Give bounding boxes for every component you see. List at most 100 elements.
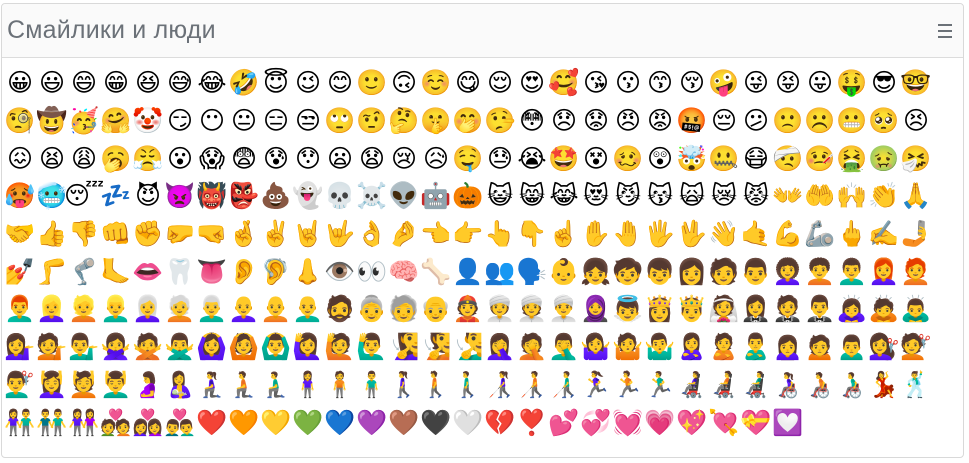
emoji-item[interactable]: 🤤 (452, 139, 484, 177)
emoji-item[interactable]: 👂 (228, 252, 260, 290)
emoji-item[interactable]: 😫 (36, 139, 68, 177)
emoji-item[interactable]: 😳 (516, 102, 548, 140)
emoji-item[interactable]: 😢 (388, 139, 420, 177)
emoji-item[interactable]: 🧏‍♀️ (388, 328, 420, 366)
emoji-item[interactable]: 😑 (260, 102, 292, 140)
emoji-item[interactable]: 🤣 (228, 64, 260, 102)
emoji-item[interactable]: 😄 (68, 64, 100, 102)
emoji-item[interactable]: 🙍‍♂️ (836, 328, 868, 366)
emoji-item[interactable]: 🖖 (676, 215, 708, 253)
emoji-item[interactable]: 👸 (644, 290, 676, 328)
emoji-item[interactable]: 🤦‍♂️ (548, 328, 580, 366)
emoji-item[interactable]: 🤚 (612, 215, 644, 253)
emoji-item[interactable]: 🤡 (132, 102, 164, 140)
emoji-item[interactable]: 🙄 (324, 102, 356, 140)
emoji-item[interactable]: 🤲 (804, 177, 836, 215)
emoji-item[interactable]: 👋 (708, 215, 740, 253)
emoji-item[interactable]: 😜 (740, 64, 772, 102)
emoji-item[interactable]: 😥 (420, 139, 452, 177)
emoji-item[interactable]: 💞 (580, 403, 612, 441)
emoji-item[interactable]: 😔 (708, 102, 740, 140)
emoji-item[interactable]: 👦 (644, 252, 676, 290)
emoji-item[interactable]: 😰 (260, 139, 292, 177)
emoji-item[interactable]: 🦻 (260, 252, 292, 290)
emoji-item[interactable]: 💛 (260, 403, 292, 441)
emoji-item[interactable]: 🧏‍♂️ (452, 328, 484, 366)
emoji-item[interactable]: 🙌 (836, 177, 868, 215)
emoji-item[interactable]: 🤭 (452, 102, 484, 140)
emoji-item[interactable]: 🚶‍♀️ (388, 366, 420, 404)
emoji-item[interactable]: 👨‍🦳 (196, 290, 228, 328)
emoji-item[interactable]: 💇‍♂️ (4, 366, 36, 404)
emoji-item[interactable]: 👳‍♂️ (548, 290, 580, 328)
emoji-item[interactable]: 👩‍🦼 (676, 366, 708, 404)
emoji-item[interactable]: 🤓 (900, 64, 932, 102)
emoji-item[interactable]: 💇‍♀️ (868, 328, 900, 366)
emoji-item[interactable]: 🥰 (548, 64, 580, 102)
emoji-item[interactable]: 👏 (868, 177, 900, 215)
emoji-item[interactable]: 👻 (292, 177, 324, 215)
emoji-item[interactable]: 👀 (356, 252, 388, 290)
emoji-item[interactable]: 😿 (708, 177, 740, 215)
emoji-item[interactable]: 😣 (900, 102, 932, 140)
emoji-item[interactable]: 💜 (356, 403, 388, 441)
emoji-item[interactable]: 🙁 (772, 102, 804, 140)
emoji-item[interactable]: 🦶 (100, 252, 132, 290)
emoji-item[interactable]: 🦵 (36, 252, 68, 290)
emoji-item[interactable]: ❣️ (516, 403, 548, 441)
emoji-item[interactable]: 🙍‍♀️ (772, 328, 804, 366)
emoji-item[interactable]: 👥 (484, 252, 516, 290)
emoji-item[interactable]: 🙋‍♂️ (356, 328, 388, 366)
emoji-item[interactable]: ✊ (132, 215, 164, 253)
emoji-item[interactable]: 👺 (228, 177, 260, 215)
emoji-item[interactable]: 🥺 (868, 102, 900, 140)
emoji-item[interactable]: 🤱 (164, 366, 196, 404)
emoji-item[interactable]: 👱 (68, 290, 100, 328)
emoji-item[interactable]: 😠 (612, 102, 644, 140)
emoji-item[interactable]: 🗣️ (516, 252, 548, 290)
emoji-item[interactable]: 👭 (68, 403, 100, 441)
emoji-item[interactable]: 👨‍🦽 (836, 366, 868, 404)
emoji-item[interactable]: 🤷 (612, 328, 644, 366)
emoji-item[interactable]: ✍️ (868, 215, 900, 253)
emoji-item[interactable]: 😈 (132, 177, 164, 215)
emoji-item[interactable]: 👎 (68, 215, 100, 253)
emoji-item[interactable]: 🤟 (324, 215, 356, 253)
emoji-item[interactable]: 👬 (36, 403, 68, 441)
emoji-item[interactable]: 😃 (36, 64, 68, 102)
emoji-item[interactable]: 💙 (324, 403, 356, 441)
emoji-item[interactable]: 😽 (644, 177, 676, 215)
emoji-item[interactable]: 🙅‍♂️ (164, 328, 196, 366)
emoji-item[interactable]: 💟 (772, 403, 804, 441)
emoji-item[interactable]: 😖 (4, 139, 36, 177)
emoji-item[interactable]: 😹 (548, 177, 580, 215)
emoji-item[interactable]: 👨‍🦱 (836, 252, 868, 290)
emoji-item[interactable]: 😨 (228, 139, 260, 177)
emoji-item[interactable]: 😴 (64, 177, 104, 215)
emoji-item[interactable]: 🕺 (900, 366, 932, 404)
emoji-item[interactable]: 🧎 (228, 366, 260, 404)
emoji-item[interactable]: 👉 (452, 215, 484, 253)
emoji-item[interactable]: 👨‍🦲 (292, 290, 324, 328)
emoji-item[interactable]: ❤️ (196, 403, 228, 441)
emoji-item[interactable]: 🦿 (68, 252, 100, 290)
emoji-item[interactable]: 😐 (228, 102, 260, 140)
emoji-item[interactable]: 😻 (580, 177, 612, 215)
emoji-item[interactable]: 💩 (260, 177, 292, 215)
emoji-item[interactable]: 😺 (484, 177, 516, 215)
emoji-item[interactable]: 🧑‍🦽 (804, 366, 836, 404)
emoji-item[interactable]: 🤎 (388, 403, 420, 441)
emoji-item[interactable]: 😒 (292, 102, 324, 140)
emoji-item[interactable]: 👨‍🦼 (740, 366, 772, 404)
emoji-item[interactable]: 👐 (772, 177, 804, 215)
emoji-item[interactable]: 🧎‍♀️ (196, 366, 228, 404)
emoji-item[interactable]: 😌 (484, 64, 516, 102)
emoji-item[interactable]: 👩‍🦳 (132, 290, 164, 328)
emoji-item[interactable]: 👃 (292, 252, 324, 290)
emoji-item[interactable]: 👹 (196, 177, 228, 215)
emoji-item[interactable]: ☝️ (548, 215, 580, 253)
emoji-item[interactable]: 🤠 (36, 102, 68, 140)
emoji-item[interactable]: 😂 (196, 64, 228, 102)
emoji-item[interactable]: 😆 (132, 64, 164, 102)
emoji-item[interactable]: 🖤 (420, 403, 452, 441)
